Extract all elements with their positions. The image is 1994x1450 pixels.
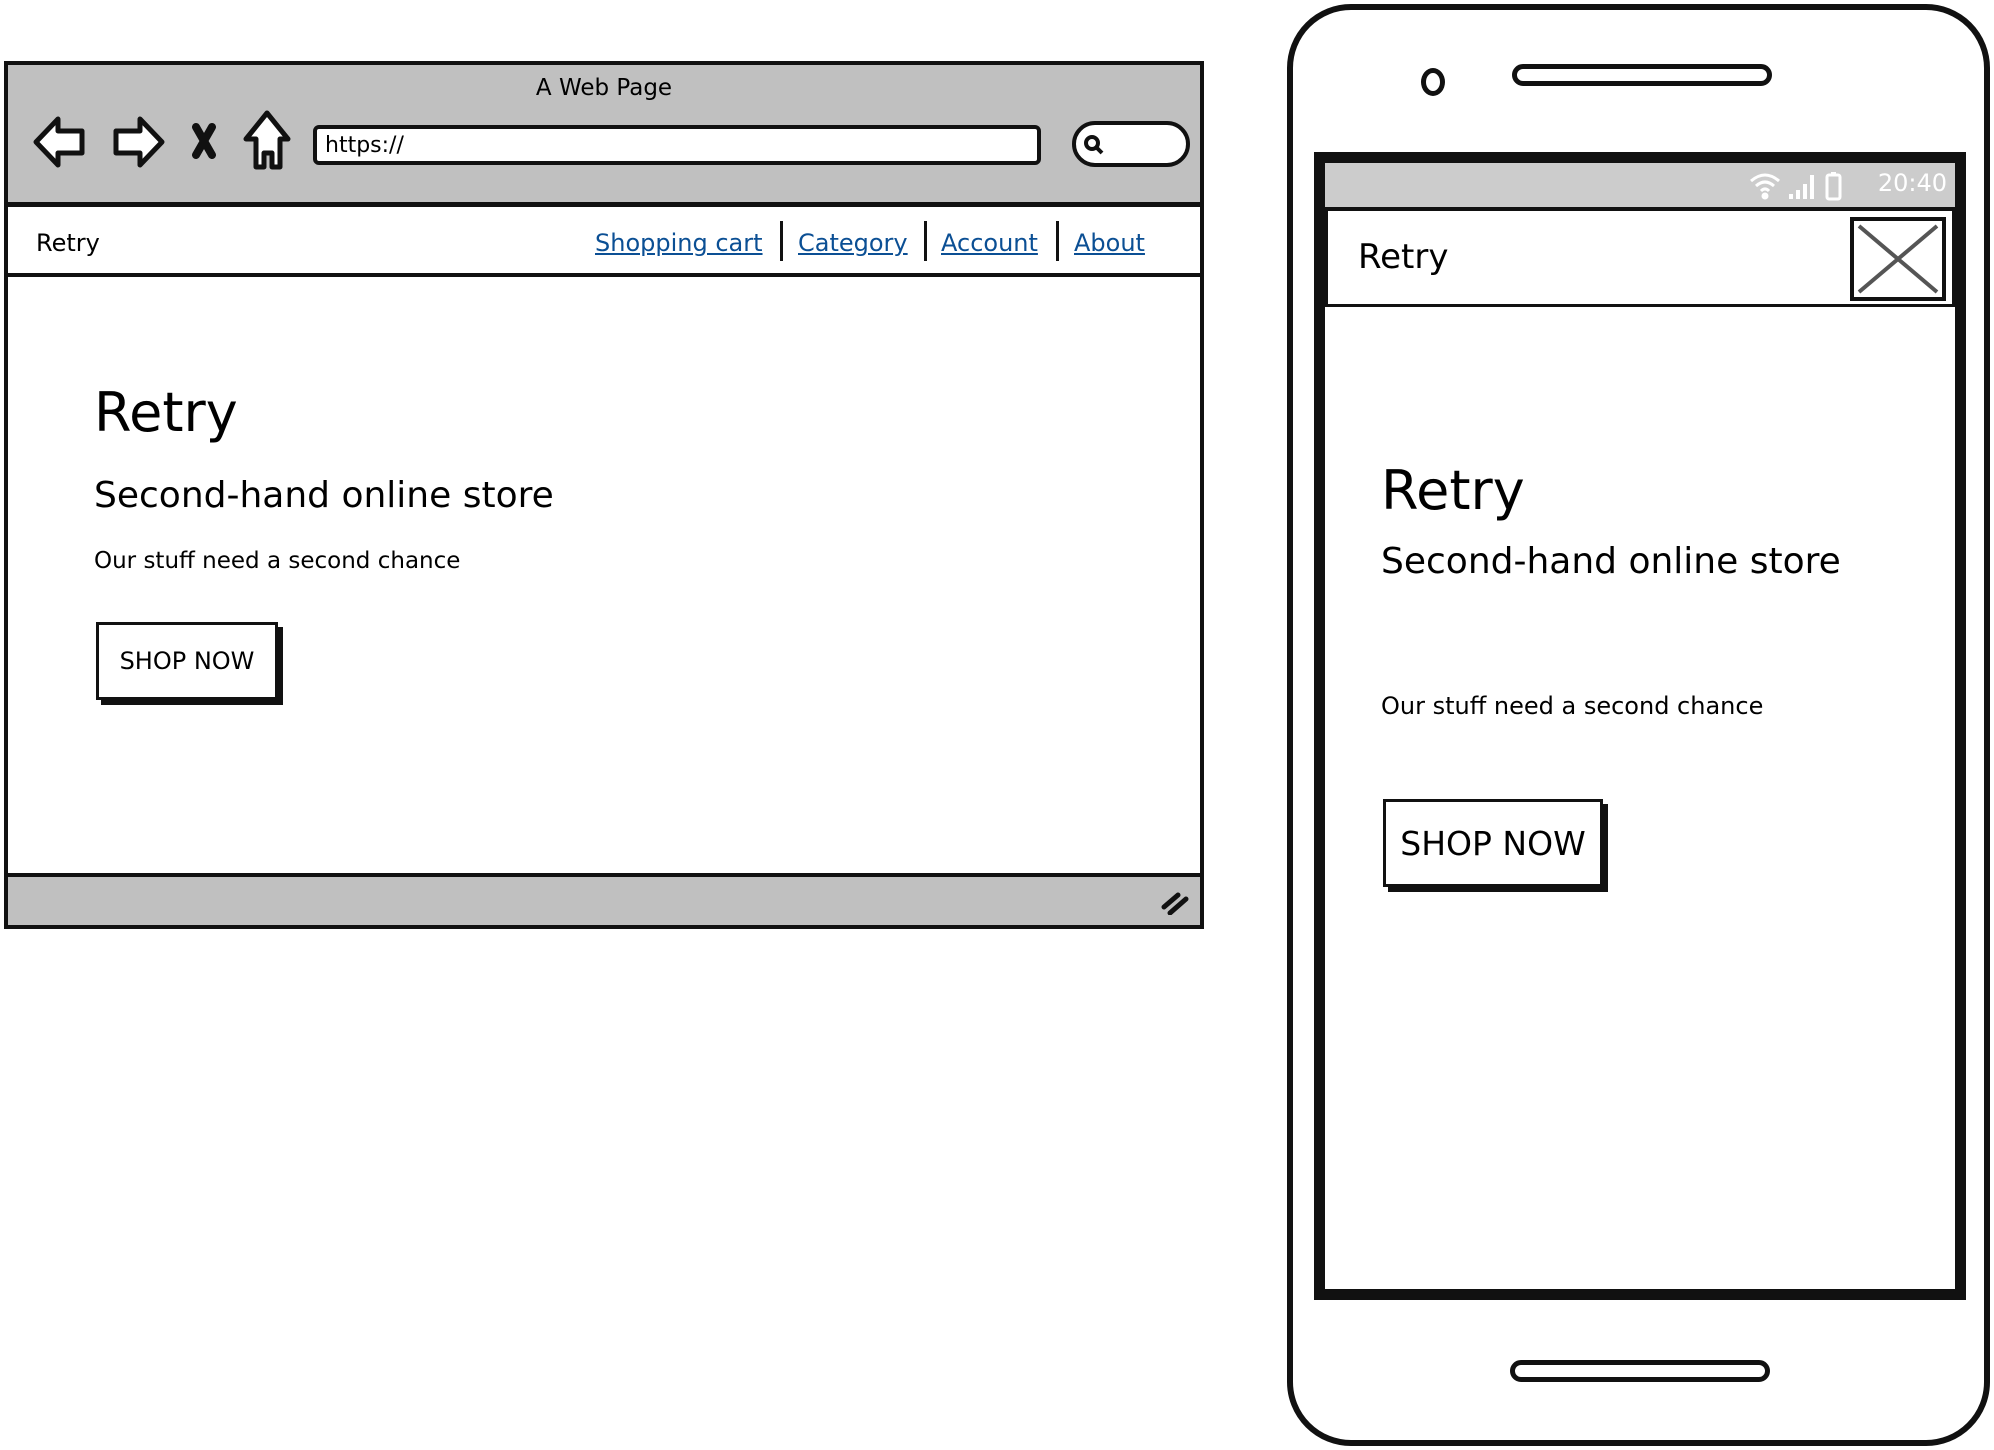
browser-statusbar: [8, 873, 1200, 925]
resize-grip-icon[interactable]: [1160, 889, 1190, 915]
phone-screen: 20:40 Retry Retry Second-hand online sto…: [1314, 152, 1966, 1300]
status-icons: [1750, 172, 1842, 201]
image-placeholder-icon: [1850, 217, 1946, 301]
nav-separator: [924, 221, 927, 261]
shop-now-button[interactable]: SHOP NOW: [96, 622, 278, 700]
wifi-icon: [1750, 173, 1780, 200]
search-icon: [1084, 135, 1104, 155]
site-navbar: Retry Shopping cart Category Account Abo…: [8, 207, 1200, 277]
nav-separator: [780, 221, 783, 261]
phone-status-bar: 20:40: [1325, 163, 1955, 207]
url-input[interactable]: https://: [313, 125, 1041, 165]
nav-link-account[interactable]: Account: [941, 229, 1038, 257]
browser-window: A Web Page https:// Retry Shopping cart: [4, 61, 1204, 929]
nav-link-about[interactable]: About: [1074, 229, 1145, 257]
nav-separator: [1056, 221, 1059, 261]
hero-tagline: Our stuff need a second chance: [94, 548, 461, 574]
phone-shop-now-button[interactable]: SHOP NOW: [1383, 799, 1603, 887]
site-brand[interactable]: Retry: [36, 229, 100, 257]
back-arrow-icon[interactable]: [33, 116, 85, 168]
camera-icon: [1421, 68, 1445, 96]
nav-controls: [33, 110, 291, 170]
nav-link-shopping-cart[interactable]: Shopping cart: [595, 229, 763, 257]
stop-icon[interactable]: [192, 123, 216, 159]
app-bar-title: Retry: [1358, 237, 1449, 277]
battery-icon: [1825, 172, 1842, 201]
status-time: 20:40: [1877, 169, 1947, 197]
phone-hero-tagline: Our stuff need a second chance: [1381, 692, 1764, 720]
search-button[interactable]: [1072, 121, 1190, 167]
nav-link-category[interactable]: Category: [798, 229, 908, 257]
hero-subtitle: Second-hand online store: [94, 475, 554, 516]
browser-toolbar: A Web Page https://: [8, 65, 1200, 207]
signal-icon: [1789, 175, 1814, 199]
phone-app-bar: Retry: [1325, 207, 1955, 307]
forward-arrow-icon[interactable]: [113, 116, 165, 168]
phone-hero-subtitle: Second-hand online store: [1381, 541, 1841, 582]
phone-hero-title: Retry: [1381, 459, 1525, 522]
hero-title: Retry: [94, 381, 238, 444]
home-button[interactable]: [1510, 1360, 1770, 1382]
speaker-icon: [1512, 64, 1772, 86]
home-icon[interactable]: [243, 110, 291, 170]
window-title: A Web Page: [535, 75, 673, 101]
